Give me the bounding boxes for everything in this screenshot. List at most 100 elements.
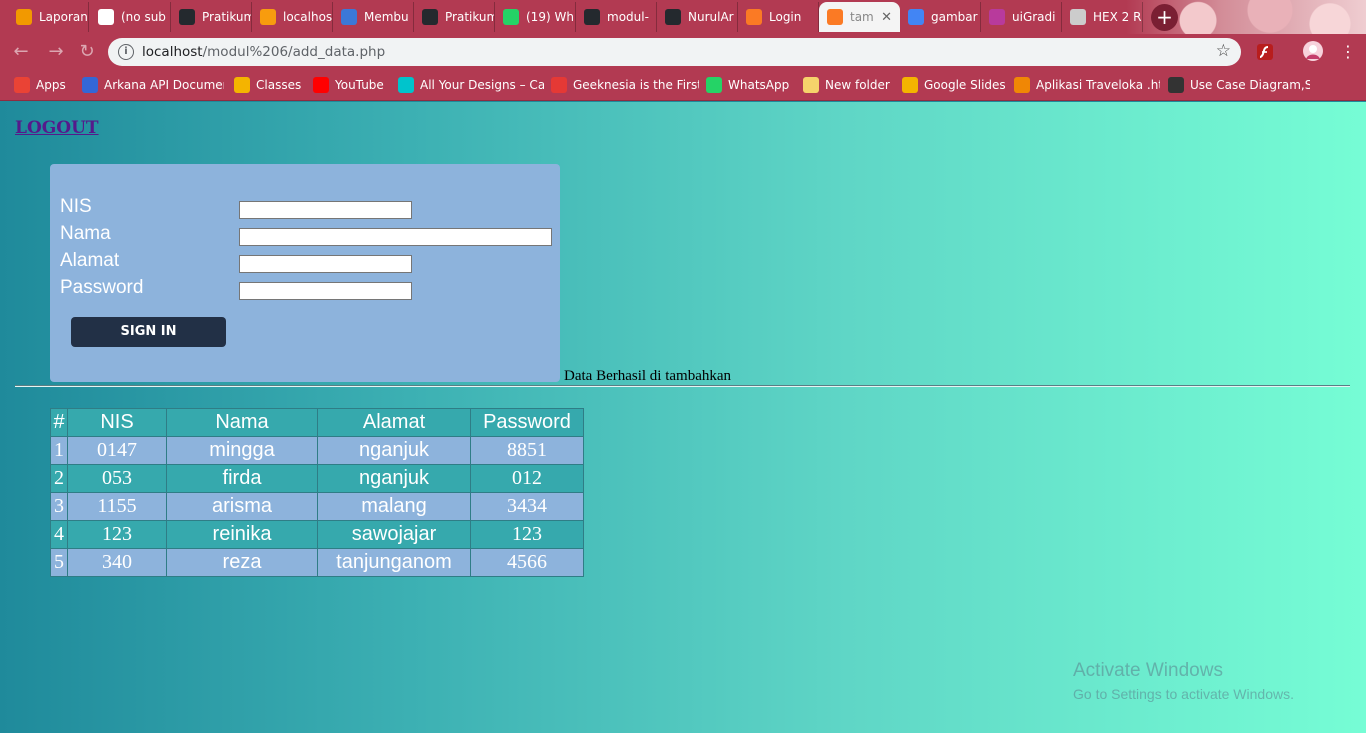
browser-tab[interactable]: NurulAr — [657, 2, 738, 32]
table-cell: sawojajar — [317, 520, 471, 549]
slides-icon — [902, 77, 918, 93]
gmail-icon — [98, 9, 114, 25]
browser-tab[interactable]: Login — [738, 2, 819, 32]
bookmark-item[interactable]: All Your Designs – Ca — [398, 76, 544, 94]
tab-label: (no sub — [121, 10, 166, 24]
youtube-icon — [313, 77, 329, 93]
browser-tab[interactable]: (19) Wh — [495, 2, 576, 32]
watermark-title: Activate Windows — [1073, 660, 1223, 681]
bookmark-item[interactable]: Geeknesia is the First — [551, 76, 699, 94]
whatsapp-icon — [503, 9, 519, 25]
browser-tab[interactable]: Membu — [333, 2, 414, 32]
bookmark-item[interactable]: YouTube — [313, 76, 391, 94]
bookmark-label: Apps — [36, 78, 66, 92]
tab-label: Pratikum — [445, 10, 495, 24]
bookmark-item[interactable]: New folder — [803, 76, 895, 94]
table-row: 1 0147 mingga nganjuk 8851 — [50, 436, 584, 465]
table-cell: firda — [166, 464, 318, 493]
table-cell: nganjuk — [317, 436, 471, 465]
forward-icon[interactable]: → — [45, 41, 67, 63]
column-header: Alamat — [317, 408, 471, 437]
table-cell: 1 — [50, 436, 68, 465]
page-icon — [1070, 9, 1086, 25]
browser-tab[interactable]: modul- — [576, 2, 657, 32]
bookmark-item[interactable]: Classes — [234, 76, 306, 94]
browser-tab[interactable]: Pratikum — [414, 2, 495, 32]
table-cell: 3434 — [470, 492, 584, 521]
bookmark-item[interactable]: Arkana API Documen — [82, 76, 224, 94]
table-cell: 4566 — [470, 548, 584, 577]
bookmark-item[interactable]: Apps — [14, 76, 74, 94]
tab-label: modul- — [607, 10, 649, 24]
url-text[interactable]: localhost/modul%206/add_data.php — [142, 44, 385, 60]
bookmark-label: Use Case Diagram,Sk — [1190, 78, 1310, 92]
tab-label: HEX 2 R — [1093, 10, 1142, 24]
bookmark-label: Aplikasi Traveloka .ht — [1036, 78, 1160, 92]
bookmark-item[interactable]: Use Case Diagram,Sk — [1168, 76, 1310, 94]
table-cell: arisma — [166, 492, 318, 521]
sign-in-button[interactable]: SIGN IN — [71, 317, 226, 347]
tab-label: (19) Wh — [526, 10, 574, 24]
flash-extension-icon[interactable] — [1256, 43, 1274, 61]
bookmark-label: YouTube — [335, 78, 384, 92]
tab-label: tam — [850, 10, 874, 24]
logout-link[interactable]: LOGOUT — [15, 118, 99, 138]
phpmyadmin-icon — [260, 9, 276, 25]
tab-strip: Laporan (no sub Pratikum localhost Membu Prat… — [0, 0, 1366, 34]
password-label: Password — [60, 277, 144, 298]
table-cell: nganjuk — [317, 464, 471, 493]
password-input[interactable] — [239, 282, 412, 300]
back-icon[interactable]: ← — [10, 41, 32, 63]
table-cell: tanjunganom — [317, 548, 471, 577]
folder-icon — [803, 77, 819, 93]
browser-tab[interactable]: HEX 2 R — [1062, 2, 1143, 32]
slides-icon — [16, 9, 32, 25]
bookmark-label: Geeknesia is the First — [573, 78, 699, 92]
table-cell: 053 — [67, 464, 167, 493]
browser-tab[interactable]: (no sub — [90, 2, 171, 32]
browser-tab[interactable]: Laporan — [8, 2, 89, 32]
browser-menu-icon[interactable]: ⋮ — [1340, 42, 1356, 61]
students-table: # NIS Nama Alamat Password 1 0147 mingga ng… — [50, 408, 584, 577]
table-cell: 8851 — [470, 436, 584, 465]
browser-tab[interactable]: uiGradi — [981, 2, 1062, 32]
tab-label: Pratikum — [202, 10, 252, 24]
browser-tab[interactable]: tam ✕ — [819, 2, 900, 32]
browser-tab[interactable]: Pratikum — [171, 2, 252, 32]
bookmark-label: Google Slides — [924, 78, 1006, 92]
bird-icon — [82, 77, 98, 93]
page-content: LOGOUT NIS Nama Alamat Password SIGN IN … — [0, 102, 1366, 733]
close-tab-icon[interactable]: ✕ — [881, 10, 892, 25]
address-bar[interactable]: i localhost/modul%206/add_data.php ☆ — [108, 38, 1241, 66]
canva-icon — [398, 77, 414, 93]
bookmark-star-icon[interactable]: ☆ — [1216, 41, 1231, 61]
nis-label: NIS — [60, 196, 92, 217]
divider — [15, 385, 1350, 387]
bookmark-item[interactable]: Google Slides — [902, 76, 1006, 94]
bootstrap-icon — [341, 9, 357, 25]
bookmark-item[interactable]: Aplikasi Traveloka .ht — [1014, 76, 1160, 94]
nama-input[interactable] — [239, 228, 552, 246]
apps-grid-icon — [14, 77, 30, 93]
github-icon — [422, 9, 438, 25]
browser-tab[interactable]: localhost — [252, 2, 333, 32]
column-header: Nama — [166, 408, 318, 437]
bookmark-item[interactable]: WhatsApp — [706, 76, 796, 94]
table-cell: 0147 — [67, 436, 167, 465]
browser-tab[interactable]: gambar — [900, 2, 981, 32]
bookmark-label: All Your Designs – Ca — [420, 78, 544, 92]
profile-avatar[interactable] — [1303, 41, 1323, 61]
table-cell: reza — [166, 548, 318, 577]
site-info-icon[interactable]: i — [118, 44, 134, 60]
new-tab-button[interactable]: + — [1151, 4, 1178, 31]
table-cell: 3 — [50, 492, 68, 521]
column-header: Password — [470, 408, 584, 437]
column-header: NIS — [67, 408, 167, 437]
nis-input[interactable] — [239, 201, 412, 219]
table-cell: mingga — [166, 436, 318, 465]
alamat-label: Alamat — [60, 250, 120, 271]
reload-icon[interactable]: ↻ — [76, 41, 98, 63]
alamat-input[interactable] — [239, 255, 412, 273]
table-cell: 4 — [50, 520, 68, 549]
tab-label: Membu — [364, 10, 409, 24]
